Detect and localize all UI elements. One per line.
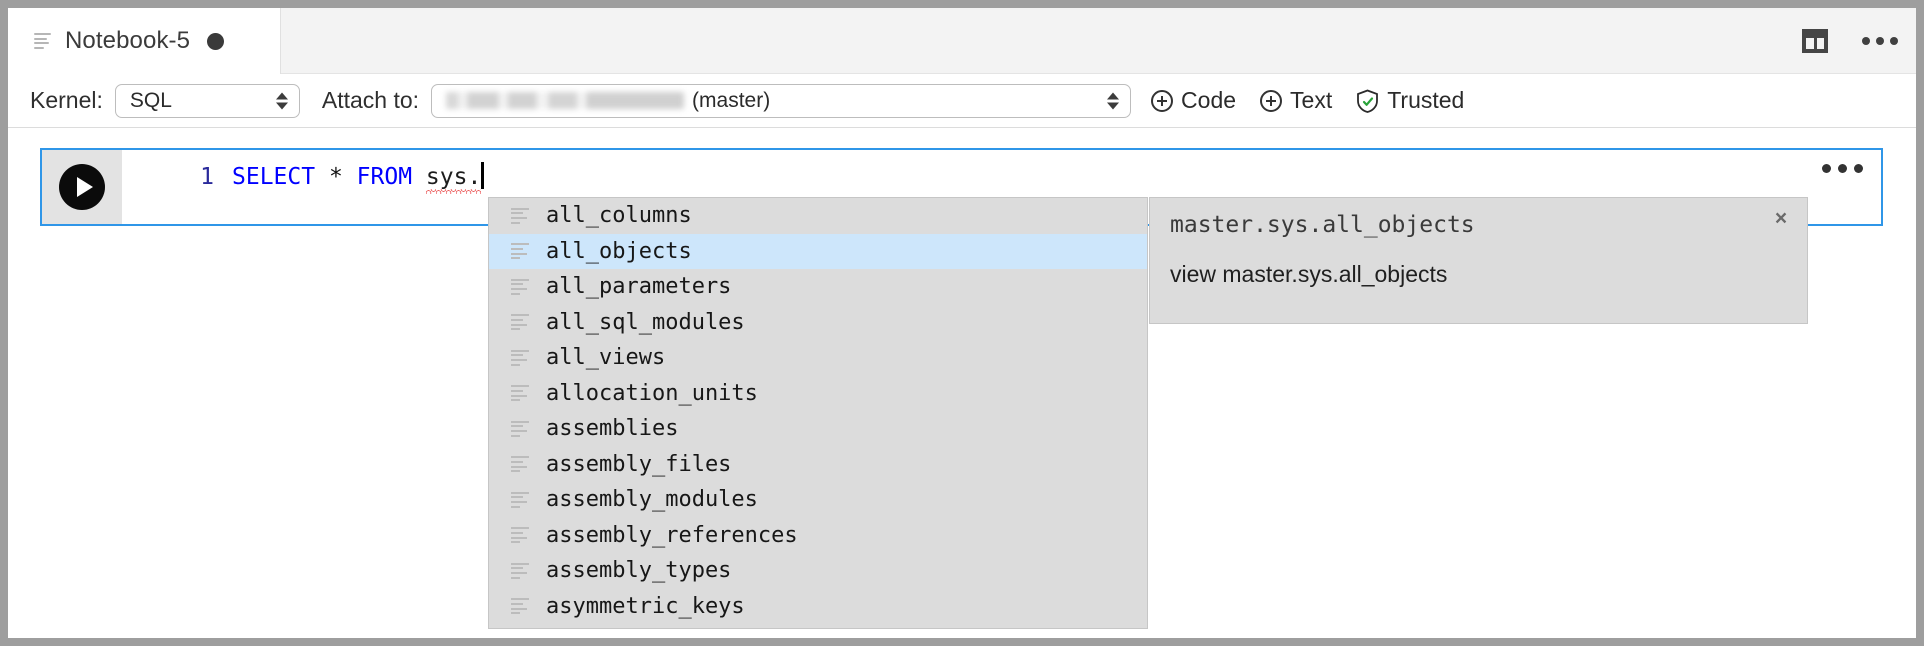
- split-panel-icon[interactable]: [1802, 29, 1828, 53]
- autocomplete-item[interactable]: assembly_modules: [489, 482, 1147, 518]
- attach-to-select[interactable]: (master): [431, 84, 1131, 118]
- table-icon: [511, 314, 529, 330]
- close-icon[interactable]: ×: [1770, 207, 1792, 229]
- autocomplete-item-label: all_objects: [546, 239, 692, 264]
- kernel-select-value: SQL: [130, 89, 172, 113]
- plus-circle-icon: [1151, 90, 1173, 112]
- add-code-cell-button[interactable]: Code: [1151, 87, 1236, 114]
- redacted-server-name: [446, 92, 684, 109]
- autocomplete-item[interactable]: all_parameters: [489, 269, 1147, 305]
- autocomplete-item-label: all_columns: [546, 203, 692, 228]
- sql-keyword-select: SELECT: [232, 164, 315, 190]
- autocomplete-item[interactable]: all_sql_modules: [489, 305, 1147, 341]
- autocomplete-item-label: all_views: [546, 345, 665, 370]
- autocomplete-item[interactable]: asymmetric_keys: [489, 589, 1147, 625]
- line-number: 1: [122, 162, 232, 192]
- notebook-toolbar: Kernel: SQL Attach to: (master) Code Tex…: [8, 74, 1916, 128]
- tab-bar-actions: [1802, 8, 1898, 74]
- autocomplete-item-label: assembly_types: [546, 558, 731, 583]
- tab-title: Notebook-5: [65, 27, 190, 55]
- attach-to-label: Attach to:: [322, 87, 419, 114]
- notebook-window: Notebook-5 Kernel: SQL Attach to: (maste…: [8, 8, 1916, 638]
- table-icon: [511, 279, 529, 295]
- autocomplete-item-label: assembly_files: [546, 452, 731, 477]
- more-options-icon[interactable]: [1862, 37, 1898, 45]
- table-icon: [511, 527, 529, 543]
- autocomplete-item[interactable]: all_views: [489, 340, 1147, 376]
- autocomplete-item[interactable]: allocation_units: [489, 376, 1147, 412]
- add-text-label: Text: [1290, 87, 1332, 114]
- text-caret: [481, 162, 484, 189]
- table-icon: [511, 598, 529, 614]
- trusted-label: Trusted: [1387, 87, 1464, 114]
- table-icon: [511, 456, 529, 472]
- code-line[interactable]: SELECT * FROM sys.: [232, 162, 484, 192]
- kernel-label: Kernel:: [30, 87, 103, 114]
- sql-star: *: [329, 164, 343, 190]
- table-icon: [511, 563, 529, 579]
- autocomplete-item-label: allocation_units: [546, 381, 758, 406]
- autocomplete-item[interactable]: all_objects: [489, 234, 1147, 270]
- sql-identifier: sys.: [426, 164, 481, 190]
- cell-gutter: [42, 150, 122, 224]
- table-icon: [511, 243, 529, 259]
- autocomplete-list[interactable]: all_columns all_objects all_parameters all_…: [488, 197, 1148, 629]
- table-icon: [511, 385, 529, 401]
- shield-check-icon: [1356, 89, 1379, 113]
- table-icon: [511, 350, 529, 366]
- cell-more-options-icon[interactable]: [1822, 164, 1863, 173]
- add-code-label: Code: [1181, 87, 1236, 114]
- autocomplete-item[interactable]: assembly_types: [489, 553, 1147, 589]
- notebook-body: 1 SELECT * FROM sys. all_columns all_obje…: [8, 129, 1916, 638]
- kernel-select[interactable]: SQL: [115, 84, 300, 118]
- autocomplete-item-label: all_sql_modules: [546, 310, 745, 335]
- table-icon: [511, 492, 529, 508]
- autocomplete-doc-title: master.sys.all_objects: [1170, 212, 1475, 238]
- table-icon: [511, 208, 529, 224]
- tab-bar: Notebook-5: [8, 8, 1916, 74]
- autocomplete-item-label: assembly_references: [546, 523, 798, 548]
- unsaved-changes-dot: [207, 33, 224, 50]
- chevron-updown-icon: [1107, 92, 1119, 109]
- autocomplete-item-label: assembly_modules: [546, 487, 758, 512]
- autocomplete-doc-panel: master.sys.all_objects view master.sys.a…: [1149, 197, 1808, 324]
- notebook-icon: [34, 33, 51, 49]
- autocomplete-item[interactable]: assembly_files: [489, 447, 1147, 483]
- add-text-cell-button[interactable]: Text: [1260, 87, 1332, 114]
- chevron-updown-icon: [276, 92, 288, 109]
- autocomplete-doc-description: view master.sys.all_objects: [1170, 261, 1447, 288]
- sql-keyword-from: FROM: [357, 164, 412, 190]
- autocomplete-item[interactable]: assemblies: [489, 411, 1147, 447]
- plus-circle-icon: [1260, 90, 1282, 112]
- autocomplete-item-label: assemblies: [546, 416, 678, 441]
- play-icon: [77, 177, 93, 197]
- attach-to-database: (master): [692, 89, 770, 113]
- run-cell-button[interactable]: [59, 164, 105, 210]
- autocomplete-item[interactable]: assembly_references: [489, 518, 1147, 554]
- tab-notebook-5[interactable]: Notebook-5: [8, 8, 281, 74]
- autocomplete-item[interactable]: all_columns: [489, 198, 1147, 234]
- autocomplete-item-label: asymmetric_keys: [546, 594, 745, 619]
- autocomplete-item-label: all_parameters: [546, 274, 731, 299]
- table-icon: [511, 421, 529, 437]
- trusted-button[interactable]: Trusted: [1356, 87, 1464, 114]
